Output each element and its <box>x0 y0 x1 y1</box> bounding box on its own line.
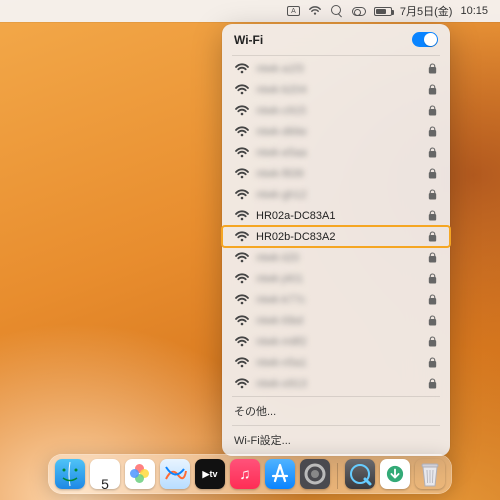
wifi-settings-link[interactable]: Wi-Fi設定... <box>222 428 450 452</box>
lock-icon <box>428 189 438 201</box>
lock-icon <box>428 84 438 96</box>
wifi-network-row[interactable]: ntwk-e5aa <box>222 142 450 163</box>
battery-icon[interactable] <box>374 0 392 22</box>
wifi-network-row[interactable]: HR02a-DC83A1 <box>222 205 450 226</box>
wifi-ssid-label: ntwk-gh12 <box>256 189 422 201</box>
wifi-ssid-label: ntwk-f839 <box>256 168 422 180</box>
wifi-network-row[interactable]: ntwk-ii20 <box>222 247 450 268</box>
dock-calendar[interactable]: 7月5 <box>90 459 120 489</box>
wifi-signal-icon <box>234 167 250 181</box>
wifi-menubar-icon[interactable] <box>308 0 322 22</box>
divider <box>232 55 440 56</box>
wifi-signal-icon <box>234 125 250 139</box>
lock-icon <box>428 336 438 348</box>
control-center-icon[interactable] <box>352 0 366 22</box>
desktop: A 7月5日(金) 10:15 Wi-Fi ntwk-a1f3 ntwk-b204… <box>0 0 500 500</box>
dock-appstore[interactable] <box>265 459 295 489</box>
wifi-network-row[interactable]: HR02b-DC83A2 <box>222 226 450 247</box>
wifi-ssid-label: HR02a-DC83A1 <box>256 210 422 222</box>
wifi-panel-header: Wi-Fi <box>222 30 450 53</box>
wifi-signal-icon <box>234 356 250 370</box>
wifi-signal-icon <box>234 335 250 349</box>
wifi-signal-icon <box>234 146 250 160</box>
wifi-signal-icon <box>234 377 250 391</box>
divider <box>232 425 440 426</box>
wifi-ssid-label: ntwk-c915 <box>256 105 422 117</box>
wifi-ssid-label: HR02b-DC83A2 <box>256 231 422 243</box>
wifi-signal-icon <box>234 104 250 118</box>
wifi-network-row[interactable]: ntwk-l0bd <box>222 310 450 331</box>
spotlight-icon[interactable] <box>330 0 344 22</box>
dock-finder[interactable] <box>55 459 85 489</box>
lock-icon <box>428 147 438 159</box>
wifi-signal-icon <box>234 188 250 202</box>
dock-settings[interactable] <box>300 459 330 489</box>
wifi-signal-icon <box>234 272 250 286</box>
wifi-network-row[interactable]: ntwk-gh12 <box>222 184 450 205</box>
wifi-signal-icon <box>234 209 250 223</box>
dock-music[interactable]: ♫ <box>230 459 260 489</box>
dock-separator <box>337 463 338 489</box>
wifi-signal-icon <box>234 83 250 97</box>
divider <box>232 396 440 397</box>
wifi-ssid-label: ntwk-n5a1 <box>256 357 422 369</box>
wifi-ssid-label: ntwk-d66e <box>256 126 422 138</box>
lock-icon <box>428 168 438 180</box>
lock-icon <box>428 378 438 390</box>
wifi-signal-icon <box>234 293 250 307</box>
wifi-network-list: ntwk-a1f3 ntwk-b204 ntwk-c915 ntwk-d66e ntwk… <box>222 58 450 394</box>
wifi-network-row[interactable]: ntwk-d66e <box>222 121 450 142</box>
wifi-ssid-label: ntwk-m8f2 <box>256 336 422 348</box>
wifi-ssid-label: ntwk-l0bd <box>256 315 422 327</box>
wifi-ssid-label: ntwk-j401 <box>256 273 422 285</box>
wifi-ssid-label: ntwk-ii20 <box>256 252 422 264</box>
dock-freeform[interactable] <box>160 459 190 489</box>
lock-icon <box>428 252 438 264</box>
menubar-time[interactable]: 10:15 <box>460 0 488 22</box>
input-source-indicator[interactable]: A <box>287 0 300 22</box>
lock-icon <box>428 231 438 243</box>
lock-icon <box>428 315 438 327</box>
wifi-other-networks[interactable]: その他... <box>222 399 450 423</box>
wifi-network-row[interactable]: ntwk-a1f3 <box>222 58 450 79</box>
menubar: A 7月5日(金) 10:15 <box>0 0 500 22</box>
wifi-network-row[interactable]: ntwk-j401 <box>222 268 450 289</box>
wifi-signal-icon <box>234 62 250 76</box>
dock: 7月5 ▶tv ♫ <box>48 454 452 494</box>
wifi-network-row[interactable]: ntwk-c915 <box>222 100 450 121</box>
wifi-signal-icon <box>234 314 250 328</box>
wifi-network-row[interactable]: ntwk-o913 <box>222 373 450 394</box>
wifi-network-row[interactable]: ntwk-b204 <box>222 79 450 100</box>
wifi-signal-icon <box>234 251 250 265</box>
menubar-date[interactable]: 7月5日(金) <box>400 0 453 22</box>
wifi-network-row[interactable]: ntwk-k77c <box>222 289 450 310</box>
lock-icon <box>428 210 438 222</box>
lock-icon <box>428 63 438 75</box>
wifi-signal-icon <box>234 230 250 244</box>
dock-quicktime[interactable] <box>345 459 375 489</box>
wifi-ssid-label: ntwk-b204 <box>256 84 422 96</box>
dock-trash[interactable] <box>415 459 445 489</box>
wifi-ssid-label: ntwk-k77c <box>256 294 422 306</box>
dock-tv[interactable]: ▶tv <box>195 459 225 489</box>
wifi-ssid-label: ntwk-e5aa <box>256 147 422 159</box>
wifi-network-row[interactable]: ntwk-f839 <box>222 163 450 184</box>
wifi-panel-title: Wi-Fi <box>234 33 263 47</box>
dock-downloads[interactable] <box>380 459 410 489</box>
lock-icon <box>428 126 438 138</box>
wifi-ssid-label: ntwk-o913 <box>256 378 422 390</box>
lock-icon <box>428 273 438 285</box>
wifi-network-row[interactable]: ntwk-m8f2 <box>222 331 450 352</box>
wifi-toggle[interactable] <box>412 32 438 47</box>
lock-icon <box>428 294 438 306</box>
wifi-ssid-label: ntwk-a1f3 <box>256 63 422 75</box>
dock-photos[interactable] <box>125 459 155 489</box>
wifi-network-row[interactable]: ntwk-n5a1 <box>222 352 450 373</box>
lock-icon <box>428 105 438 117</box>
lock-icon <box>428 357 438 369</box>
wifi-dropdown-panel: Wi-Fi ntwk-a1f3 ntwk-b204 ntwk-c915 ntwk-d6… <box>222 24 450 456</box>
